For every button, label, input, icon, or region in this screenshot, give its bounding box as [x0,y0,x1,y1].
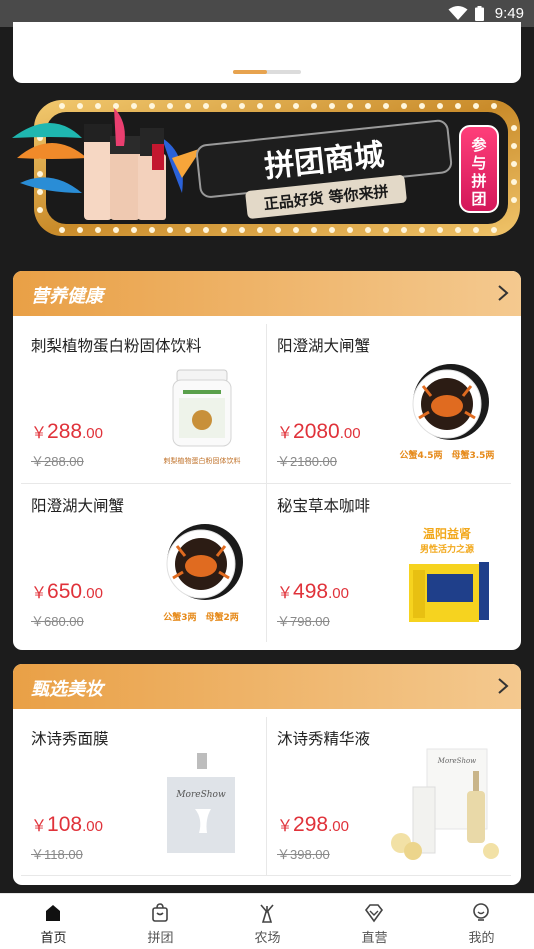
product-card[interactable]: 秘宝草本咖啡 ￥498.00 ￥798.00 温阳益肾 男性活力之源 [267,484,512,642]
home-icon [46,905,60,921]
product-name: 沐诗秀面膜 [31,730,109,748]
banner-graphic: 拼团商城 正品好货 等你来拼 参 与 拼 团 [12,100,520,236]
serum-bottle-image: MoreShow [391,748,499,860]
svg-text:参: 参 [471,136,487,154]
tab-farm[interactable]: 农场 [214,894,321,949]
svg-text:团: 团 [471,190,486,208]
product-price: ￥498.00 [277,580,349,603]
product-name: 秘宝草本咖啡 [277,497,371,515]
battery-icon [475,6,484,21]
grid-divider [21,875,511,876]
user-icon [473,903,489,921]
product-price: ￥2080.00 [277,420,361,443]
section-title: 甄选美妆 [31,679,103,700]
section-nutrition: 营养健康 刺梨植物蛋白粉固体饮料 ￥288.00 ￥288.00 刺梨植物蛋白粉… [13,271,521,650]
bottom-tab-bar: 首页 拼团 农场 直营 我的 [0,893,534,949]
product-original-price: ￥680.00 [31,614,84,629]
svg-text:与: 与 [471,154,486,172]
product-price: ￥650.00 [31,580,103,603]
tab-label: 我的 [468,931,495,946]
tab-label: 直营 [361,931,388,946]
face-mask-image: MoreShow [167,753,235,853]
carousel-indicator-active [233,70,267,74]
bag-icon [152,903,168,922]
product-name: 阳澄湖大闸蟹 [277,337,371,355]
carousel-indicator [233,70,301,74]
wifi-icon [448,6,468,20]
tab-label: 首页 [40,931,67,946]
product-price: ￥108.00 [31,813,103,836]
section-title: 营养健康 [31,286,103,307]
product-price: ￥288.00 [31,420,103,443]
product-original-price: ￥288.00 [31,454,84,469]
chevron-right-icon[interactable] [497,284,509,302]
svg-text:公蟹3两 母蟹2两: 公蟹3两 母蟹2两 [163,611,239,623]
product-original-price: ￥798.00 [277,614,330,629]
svg-text:刺梨植物蛋白粉固体饮料: 刺梨植物蛋白粉固体饮料 [164,456,241,465]
section-header[interactable]: 营养健康 [13,271,521,316]
product-card[interactable]: 阳澄湖大闸蟹 ￥650.00 ￥680.00 公蟹3两 母蟹2两 [13,484,258,642]
crab-image: 公蟹4.5两 母蟹3.5两 [400,364,495,461]
section-beauty: 甄选美妆 沐诗秀面膜 ￥108.00 ￥118.00 MoreShow 沐诗秀精… [13,664,521,885]
product-name: 刺梨植物蛋白粉固体饮料 [31,337,202,355]
svg-text:温阳益肾: 温阳益肾 [423,526,472,541]
svg-text:MoreShow: MoreShow [175,790,226,800]
chevron-right-icon[interactable] [497,677,509,695]
tab-direct[interactable]: 直营 [321,894,428,949]
top-carousel-card[interactable] [13,22,521,83]
windmill-icon [260,904,274,923]
product-card[interactable]: 刺梨植物蛋白粉固体饮料 ￥288.00 ￥288.00 刺梨植物蛋白粉固体饮料 [13,324,258,482]
section-header[interactable]: 甄选美妆 [13,664,521,709]
product-original-price: ￥2180.00 [277,454,337,469]
product-card[interactable]: 沐诗秀精华液 ￥298.00 ￥398.00 MoreShow [267,717,512,875]
product-card[interactable]: 阳澄湖大闸蟹 ￥2080.00 ￥2180.00 公蟹4.5两 母蟹3.5两 [267,324,512,482]
product-price: ￥298.00 [277,813,349,836]
diamond-icon [364,904,384,923]
protein-powder-jar-image: 刺梨植物蛋白粉固体饮料 [164,369,241,465]
product-name: 阳澄湖大闸蟹 [31,497,125,515]
tab-label: 农场 [254,931,281,946]
tab-label: 拼团 [147,931,174,946]
product-original-price: ￥118.00 [31,847,83,862]
product-name: 沐诗秀精华液 [277,730,371,748]
tab-mine[interactable]: 我的 [428,894,534,949]
svg-text:拼: 拼 [471,172,486,190]
svg-text:MoreShow: MoreShow [437,757,476,765]
svg-text:公蟹4.5两 母蟹3.5两: 公蟹4.5两 母蟹3.5两 [400,449,495,461]
crab-image: 公蟹3两 母蟹2两 [163,524,243,623]
tab-group-buy[interactable]: 拼团 [107,894,214,949]
product-card[interactable]: 沐诗秀面膜 ￥108.00 ￥118.00 MoreShow [13,717,258,875]
svg-text:男性活力之源: 男性活力之源 [420,543,474,555]
product-original-price: ￥398.00 [277,847,330,862]
tab-home[interactable]: 首页 [0,894,107,949]
status-time: 9:49 [494,5,524,22]
coffee-box-image: 温阳益肾 男性活力之源 [409,526,489,622]
group-buy-banner[interactable]: 拼团商城 正品好货 等你来拼 参 与 拼 团 [12,98,522,240]
